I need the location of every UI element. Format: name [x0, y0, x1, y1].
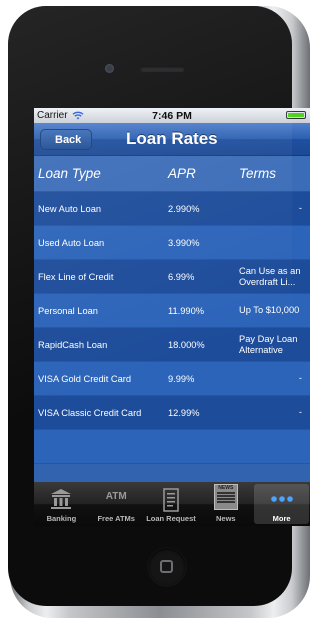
table-row	[34, 430, 310, 464]
more-icon	[270, 496, 293, 502]
newspaper-icon: NEWS	[213, 484, 238, 510]
terms-cell: Pay Day Loan Alternative	[239, 333, 298, 355]
table-row[interactable]: VISA Classic Credit Card 12.99% -	[34, 396, 310, 430]
tab-free-atms[interactable]: ATM Free ATMs	[89, 482, 144, 526]
status-time: 7:46 PM	[152, 109, 192, 122]
table-row[interactable]: VISA Gold Credit Card 9.99% -	[34, 362, 310, 396]
app-screen: Carrier 7:46 PM Back Loan Rates Loan Typ…	[34, 108, 310, 526]
tab-label: Free ATMs	[97, 514, 135, 523]
tab-label: Banking	[46, 514, 77, 523]
page-title: Loan Rates	[126, 129, 218, 148]
tab-label: More	[272, 514, 291, 523]
earpiece-speaker	[140, 66, 185, 72]
tab-label: News	[215, 514, 236, 523]
apr-cell: 12.99%	[168, 407, 200, 418]
terms-cell: Can Use as an Overdraft Li...	[239, 265, 301, 287]
tab-news[interactable]: NEWS News	[198, 482, 253, 526]
apr-cell: 3.990%	[168, 237, 200, 248]
table-row[interactable]: Used Auto Loan 3.990%	[34, 226, 310, 260]
loan-rate-list: New Auto Loan 2.990% - Used Auto Loan 3.…	[34, 192, 310, 464]
navigation-bar: Back Loan Rates	[34, 123, 310, 156]
table-row[interactable]: Personal Loan 11.990% Up To $10,000	[34, 294, 310, 328]
column-header-apr: APR	[168, 166, 196, 181]
column-header-terms: Terms	[239, 166, 277, 181]
apr-cell: 2.990%	[168, 203, 200, 214]
apr-cell: 9.99%	[168, 373, 195, 384]
front-camera	[105, 64, 114, 73]
column-header-loan-type: Loan Type	[38, 166, 101, 181]
battery-icon	[286, 111, 306, 119]
loan-type-cell: Flex Line of Credit	[38, 271, 114, 282]
status-bar: Carrier 7:46 PM	[34, 108, 310, 123]
back-button[interactable]: Back	[40, 129, 93, 150]
loan-type-cell: Personal Loan	[38, 305, 98, 316]
newspaper-icon-text: NEWS	[218, 485, 234, 491]
terms-cell: -	[298, 407, 302, 417]
table-row[interactable]: Flex Line of Credit 6.99% Can Use as an …	[34, 260, 310, 294]
apr-cell: 6.99%	[168, 271, 195, 282]
tab-banking[interactable]: Banking	[34, 482, 89, 526]
atm-icon: ATM	[105, 491, 127, 502]
apr-cell: 11.990%	[168, 305, 205, 316]
terms-cell: -	[298, 203, 302, 213]
loan-type-cell: RapidCash Loan	[38, 339, 108, 350]
tab-loan-request[interactable]: Loan Request	[144, 482, 199, 526]
terms-cell: Up To $10,000	[239, 305, 300, 315]
loan-type-cell: VISA Gold Credit Card	[38, 373, 132, 384]
tab-label: Loan Request	[146, 514, 196, 523]
table-row[interactable]: New Auto Loan 2.990% -	[34, 192, 310, 226]
home-button-square-icon	[160, 560, 173, 573]
loan-type-cell: VISA Classic Credit Card	[38, 407, 142, 418]
apr-cell: 18.000%	[168, 339, 205, 350]
tab-more[interactable]: More	[254, 484, 309, 524]
bank-icon	[51, 489, 72, 509]
loan-type-cell: New Auto Loan	[38, 203, 102, 214]
loan-type-cell: Used Auto Loan	[38, 237, 105, 248]
terms-cell: -	[298, 373, 302, 383]
document-icon	[163, 488, 179, 512]
table-header: Loan Type APR Terms	[34, 156, 310, 192]
tab-bar: Banking ATM Free ATMs Loan Request NEWS	[34, 482, 310, 526]
table-row[interactable]: RapidCash Loan 18.000% Pay Day Loan Alte…	[34, 328, 310, 362]
